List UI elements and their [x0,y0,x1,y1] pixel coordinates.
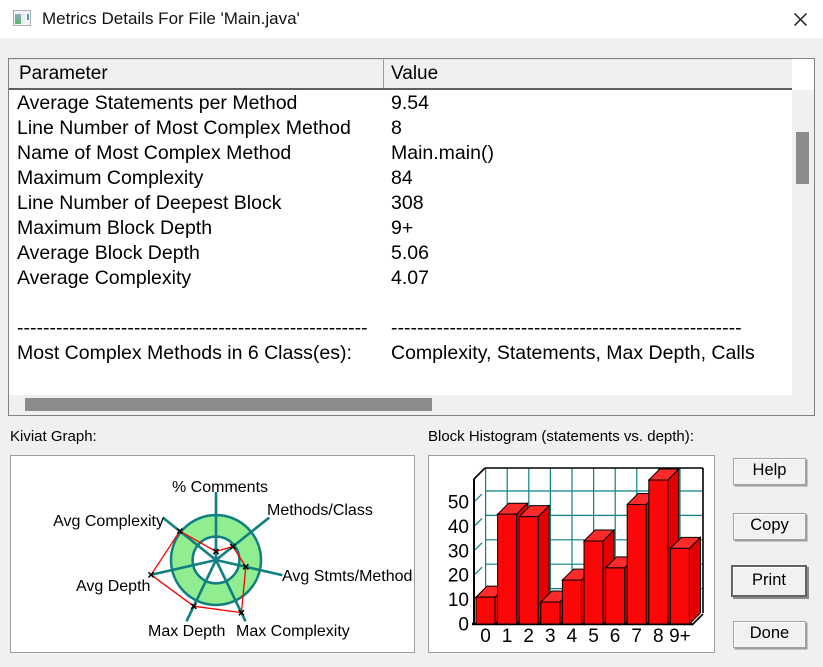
table-row[interactable]: Average Block Depth 5.06 [9,241,792,266]
svg-text:2: 2 [523,626,534,647]
horizontal-scrollbar[interactable] [9,395,814,415]
table-row[interactable]: Average Complexity 4.07 [9,266,792,291]
svg-text:0: 0 [458,615,469,636]
cell-parameter: Average Complexity [17,267,192,289]
svg-text:8: 8 [653,626,664,647]
table-row[interactable]: Maximum Block Depth 9+ [9,216,792,241]
svg-text:5: 5 [588,626,599,647]
close-x-icon [793,12,807,26]
svg-text:30: 30 [448,541,469,562]
cell-parameter: Name of Most Complex Method [17,142,292,164]
vertical-scrollbar-thumb[interactable] [796,132,809,184]
cell-value: 9.54 [391,92,429,114]
cell-value: Main.main() [391,142,494,164]
table-row[interactable]: Most Complex Methods in 6 Class(es): Comp… [9,341,792,366]
table-row[interactable]: ----------------------------------------… [9,316,792,341]
table-row[interactable]: Line Number of Deepest Block 308 [9,191,792,216]
svg-text:9+: 9+ [669,626,691,647]
window-title: Metrics Details For File 'Main.java' [42,9,300,28]
table-row[interactable]: Average Statements per Method 9.54 [9,91,792,116]
kiviat-axis-label-max-depth: Max Depth [148,623,226,640]
done-button[interactable]: Done [733,621,806,648]
kiviat-graph-panel: % Comments Methods/Class Avg Stmts/Metho… [10,455,415,653]
copy-button[interactable]: Copy [733,513,806,540]
svg-text:40: 40 [448,517,469,538]
svg-text:3: 3 [545,626,556,647]
cell-value: 4.07 [391,267,429,289]
metrics-table: Parameter Value Average Statements per M… [8,58,815,416]
cell-value: 84 [391,167,413,189]
svg-text:20: 20 [448,566,469,587]
cell-parameter: Line Number of Deepest Block [17,192,282,214]
table-body: Average Statements per Method 9.54 Line Nu… [9,91,792,366]
cell-parameter: Average Statements per Method [17,92,298,114]
cell-parameter: Maximum Complexity [17,167,204,189]
svg-text:1: 1 [502,626,513,647]
cell-value: ----------------------------------------… [391,317,742,339]
print-button[interactable]: Print [731,565,807,597]
cell-value: Complexity, Statements, Max Depth, Calls [391,342,755,364]
cell-parameter: Maximum Block Depth [17,217,213,239]
cell-parameter [9,291,383,316]
metrics-app-icon [13,10,31,26]
histogram-section-label: Block Histogram (statements vs. depth): [428,428,694,445]
cell-parameter: Line Number of Most Complex Method [17,117,351,139]
cell-value: 5.06 [391,242,429,264]
cell-parameter: Most Complex Methods in 6 Class(es): [17,342,352,364]
svg-text:0: 0 [480,626,491,647]
table-row[interactable]: Line Number of Most Complex Method 8 [9,116,792,141]
cell-parameter: ----------------------------------------… [17,317,368,339]
cell-value [383,291,792,316]
horizontal-scrollbar-thumb[interactable] [25,398,432,411]
kiviat-axis-label-max-complexity: Max Complexity [236,623,350,640]
cell-value: 9+ [391,217,414,239]
svg-text:10: 10 [448,590,469,611]
title-bar: Metrics Details For File 'Main.java' [0,0,823,38]
kiviat-axis-label-avg-stmts: Avg Stmts/Method [282,568,413,585]
table-row[interactable] [9,291,792,316]
svg-text:7: 7 [631,626,642,647]
kiviat-axis-label-avg-complexity: Avg Complexity [53,513,164,530]
cell-value: 308 [391,192,424,214]
column-header-value: Value [384,59,792,88]
vertical-scrollbar[interactable] [792,90,814,395]
svg-text:50: 50 [448,493,469,514]
table-row[interactable]: Name of Most Complex Method Main.main() [9,141,792,166]
column-header-parameter: Parameter [9,59,384,88]
kiviat-axis-label-methods-class: Methods/Class [267,502,373,519]
block-histogram-chart: 010203040500 1 2 3 4 5 6 7 8 9+ [448,467,704,647]
help-button[interactable]: Help [733,458,806,485]
cell-parameter: Average Block Depth [17,242,200,264]
block-histogram-panel: 0 10 20 30 40 50 0 1 2 3 4 5 6 7 8 9+ [428,455,715,653]
table-row[interactable]: Maximum Complexity 84 [9,166,792,191]
kiviat-axis-label-avg-depth: Avg Depth [76,578,151,595]
kiviat-axis-label-comments: % Comments [171,479,269,496]
table-header: Parameter Value [9,59,792,90]
metrics-details-dialog: { "window": { "title": "Metrics Details … [0,0,823,667]
cell-value: 8 [391,117,402,139]
svg-text:6: 6 [610,626,621,647]
kiviat-section-label: Kiviat Graph: [10,428,97,445]
svg-text:4: 4 [567,626,578,647]
close-button[interactable] [784,5,816,33]
